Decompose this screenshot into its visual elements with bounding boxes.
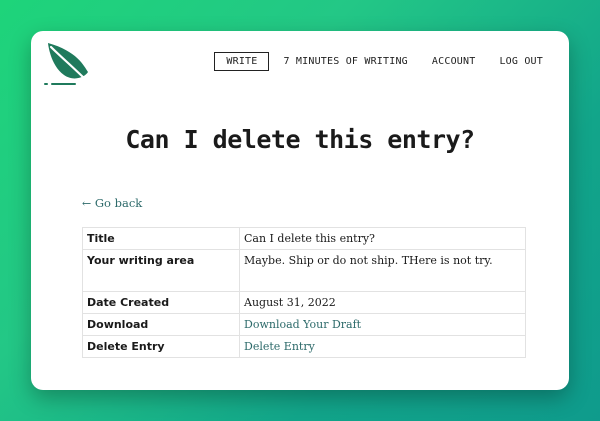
top-nav: WRITE 7 MINUTES OF WRITING ACCOUNT LOG O… bbox=[214, 52, 555, 71]
app-card: WRITE 7 MINUTES OF WRITING ACCOUNT LOG O… bbox=[31, 31, 569, 390]
row-value-title: Can I delete this entry? bbox=[239, 227, 526, 250]
row-value-date-created: August 31, 2022 bbox=[239, 291, 526, 314]
row-label-download: Download bbox=[82, 313, 240, 336]
delete-entry-link[interactable]: Delete Entry bbox=[244, 340, 315, 353]
nav-7-minutes-of-writing[interactable]: 7 MINUTES OF WRITING bbox=[271, 53, 419, 70]
table-row: Title Can I delete this entry? bbox=[82, 227, 526, 250]
table-row: Date Created August 31, 2022 bbox=[82, 291, 526, 314]
nav-log-out[interactable]: LOG OUT bbox=[487, 53, 555, 70]
go-back-label: Go back bbox=[94, 196, 143, 210]
table-row: Download Download Your Draft bbox=[82, 313, 526, 336]
row-label-delete-entry: Delete Entry bbox=[82, 335, 240, 358]
row-label-date-created: Date Created bbox=[82, 291, 240, 314]
back-arrow-icon: ← bbox=[82, 197, 92, 210]
row-label-writing-area: Your writing area bbox=[82, 249, 240, 292]
nav-write[interactable]: WRITE bbox=[214, 52, 270, 71]
table-row: Your writing area Maybe. Ship or do not … bbox=[82, 249, 526, 292]
leaf-icon[interactable] bbox=[43, 39, 91, 87]
entry-details-table: Title Can I delete this entry? Your writ… bbox=[82, 227, 526, 358]
row-value-writing-area: Maybe. Ship or do not ship. THere is not… bbox=[239, 249, 526, 292]
table-row: Delete Entry Delete Entry bbox=[82, 335, 526, 358]
go-back-link[interactable]: ← Go back bbox=[82, 196, 142, 210]
page-title: Can I delete this entry? bbox=[125, 125, 475, 154]
download-draft-link[interactable]: Download Your Draft bbox=[244, 318, 361, 331]
nav-account[interactable]: ACCOUNT bbox=[420, 53, 488, 70]
row-label-title: Title bbox=[82, 227, 240, 250]
